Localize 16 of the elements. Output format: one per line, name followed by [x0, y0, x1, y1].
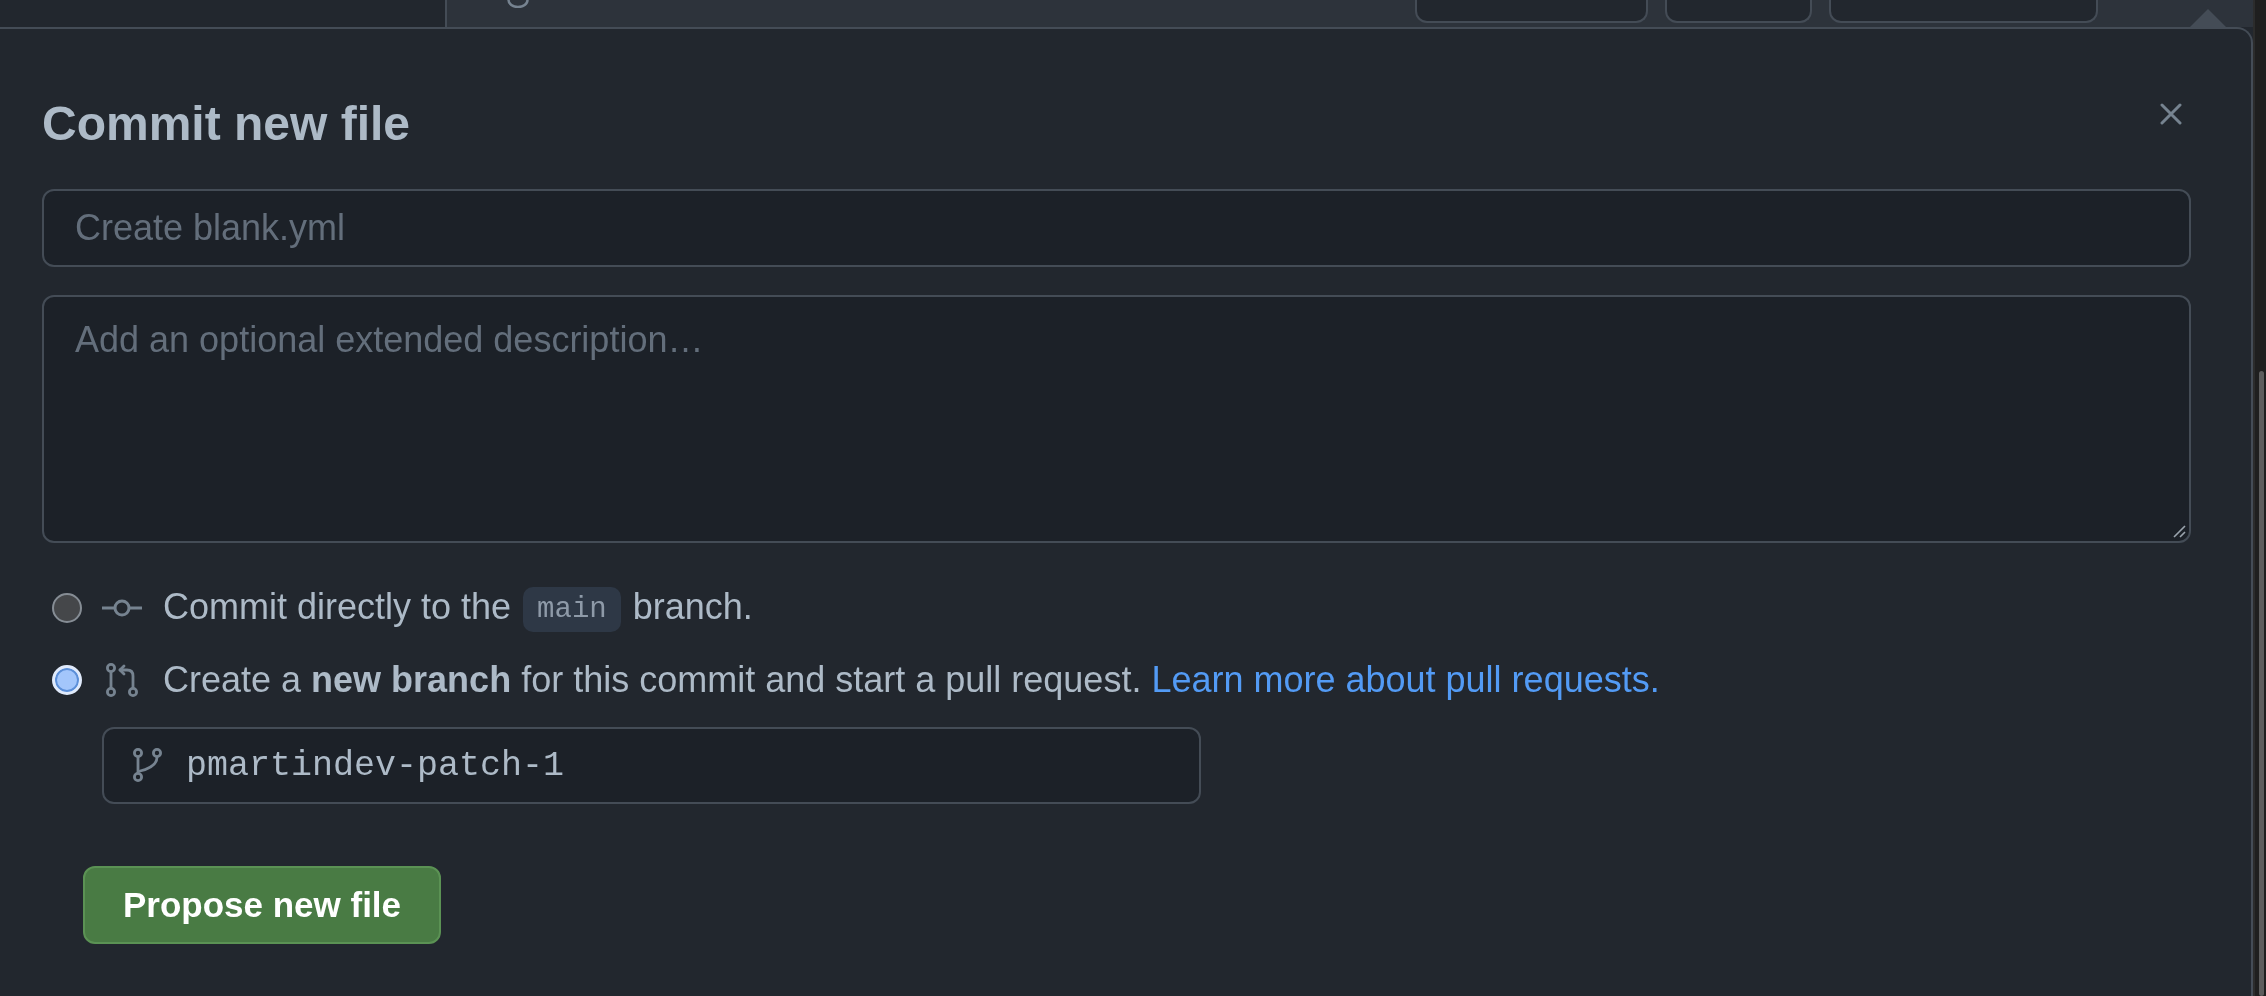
- propose-new-file-button[interactable]: Propose new file: [83, 866, 441, 944]
- close-icon: [2160, 103, 2182, 125]
- pull-request-icon: [105, 663, 139, 697]
- resize-handle-icon[interactable]: [2172, 524, 2186, 538]
- branch-name-field[interactable]: pmartindev-patch-1: [102, 727, 1201, 804]
- learn-more-link[interactable]: Learn more about pull requests.: [1151, 659, 1660, 700]
- commit-message-field[interactable]: Create blank.yml: [42, 189, 2191, 267]
- option-label: Create a new branch for this commit and start a pull request. Learn more about pull requests.: [163, 658, 1660, 702]
- commit-icon: [102, 598, 142, 618]
- scrollbar-thumb[interactable]: [2259, 371, 2264, 996]
- radio-button[interactable]: [52, 593, 82, 623]
- description-field[interactable]: Add an optional extended description…: [42, 295, 2191, 543]
- branch-name-code: main: [523, 586, 621, 632]
- dialog-title: Commit new file: [42, 96, 411, 152]
- branch-icon: [132, 748, 163, 782]
- option-label: Commit directly to the main branch.: [163, 584, 753, 632]
